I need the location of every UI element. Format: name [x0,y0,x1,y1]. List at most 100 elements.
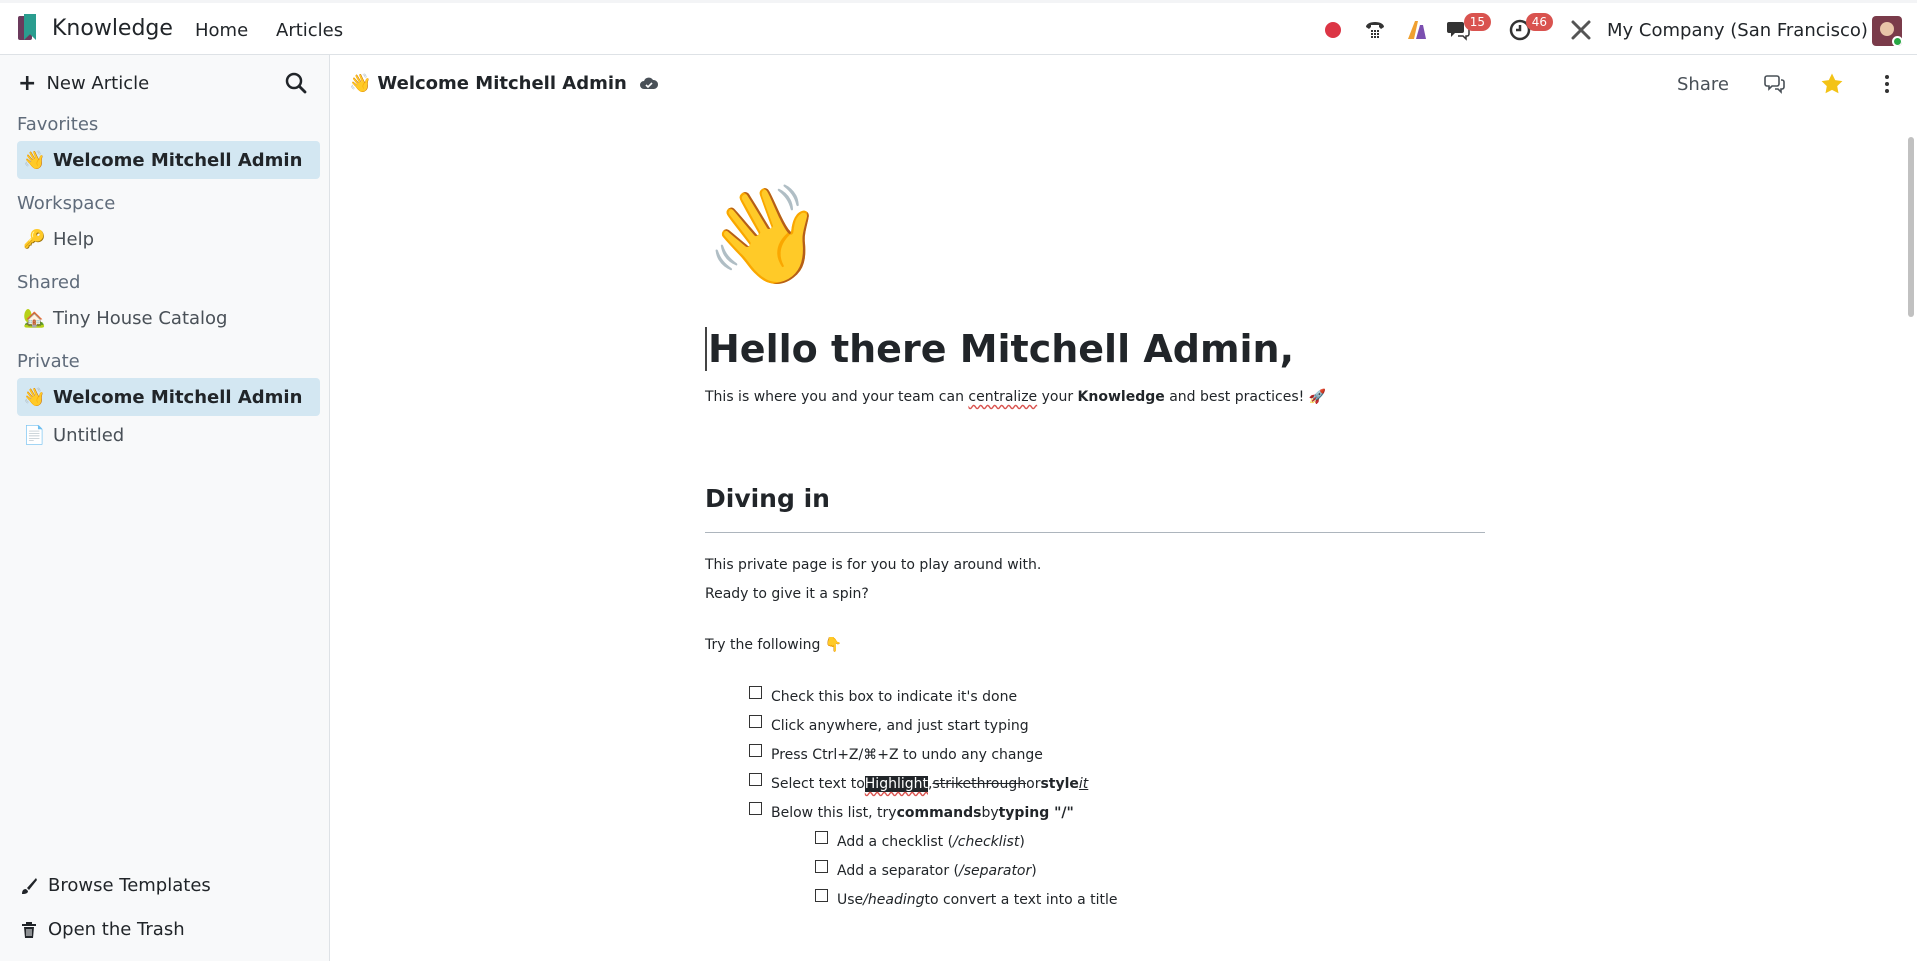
checklist-label: Check this box to indicate it's done [771,689,1018,705]
online-status-icon [1892,36,1902,46]
section-workspace: Workspace [17,193,116,214]
checklist-subitem[interactable]: Add a separator (/separator) [815,859,1037,879]
intro-text: This is where you and your team can [705,389,969,405]
checklist-label: Add a separator ( [837,863,960,879]
browse-templates-button[interactable]: Browse Templates [20,875,211,896]
section-favorites: Favorites [17,114,99,135]
checklist-label: ) [1019,834,1025,850]
checkbox[interactable] [749,772,762,786]
article-header: 👋 Welcome Mitchell Admin Share [331,55,1917,115]
ai-icon[interactable] [1402,15,1432,45]
section-heading[interactable]: Diving in [705,484,830,513]
checklist-label: Click anywhere, and just start typing [771,718,1029,734]
checklist-label: Select text to [771,776,865,792]
search-icon[interactable] [284,71,308,95]
key-icon: 🔑 [23,228,46,250]
sidebar-item-label: Help [53,228,95,250]
debug-tools-icon[interactable] [1566,15,1596,45]
share-button[interactable]: Share [1677,74,1729,95]
activities-icon[interactable]: 46 [1505,13,1553,45]
checklist-label: ) [1031,863,1037,879]
open-trash-button[interactable]: Open the Trash [20,919,185,940]
sidebar-item-welcome-favorite[interactable]: 👋 Welcome Mitchell Admin [17,141,320,179]
sidebar-item-label: Welcome Mitchell Admin [53,386,303,408]
brush-icon [22,877,37,894]
app-name: Knowledge [52,15,173,41]
checklist-label: Use [837,892,864,908]
sidebar: + New Article Favorites 👋 Welcome Mitche… [0,55,330,961]
new-article-label: New Article [46,73,150,94]
sidebar-item-welcome-private[interactable]: 👋 Welcome Mitchell Admin [17,378,320,416]
intro-bold: Knowledge [1077,389,1165,405]
bold-text: commands [896,805,982,821]
italic-text: /checklist [953,834,1020,850]
article-emoji-icon[interactable]: 👋 [705,185,825,285]
cloud-saved-icon [639,77,658,89]
checklist-item[interactable]: Press Ctrl+Z/⌘+Z to undo any change [749,743,1043,763]
strikethrough-text: strikethrough [932,776,1027,792]
page-icon: 📄 [23,424,46,446]
checkbox[interactable] [749,685,762,699]
checklist-item[interactable]: Click anywhere, and just start typing [749,714,1029,734]
paragraph[interactable]: This private page is for you to play aro… [705,557,1041,573]
paragraph[interactable]: Try the following 👇 [705,637,842,653]
italic-text: /heading [863,892,925,908]
more-options-icon[interactable] [1874,71,1900,97]
checklist-subitem[interactable]: Use /heading to convert a text into a ti… [815,888,1118,908]
bold-text: typing "/" [998,805,1074,821]
favorite-star-icon[interactable] [1819,71,1845,97]
intro-text: and best practices! 🚀 [1164,389,1327,405]
highlighted-text: Highlight [864,776,928,792]
app-brand[interactable]: Knowledge [18,14,173,42]
sidebar-item-help[interactable]: 🔑 Help [17,220,320,258]
checklist-label: Below this list, try [771,805,897,821]
company-switcher[interactable]: My Company (San Francisco) [1607,20,1868,41]
menu-home[interactable]: Home [195,20,248,41]
sidebar-item-label: Untitled [53,424,125,446]
top-navbar: Knowledge Home Articles 15 46 My Company… [0,0,1917,55]
sidebar-item-untitled[interactable]: 📄 Untitled [17,416,320,454]
menu-articles[interactable]: Articles [276,20,343,41]
article-title-breadcrumb[interactable]: Welcome Mitchell Admin [377,73,626,94]
checklist-label: Add a checklist ( [837,834,954,850]
user-avatar[interactable] [1872,16,1902,46]
knowledge-logo-icon [18,14,38,42]
new-article-button[interactable]: + New Article [18,70,150,96]
italic-text: it [1078,776,1089,792]
waving-hand-icon: 👋 [23,149,46,171]
record-icon[interactable] [1322,15,1344,45]
checkbox[interactable] [749,801,762,815]
sidebar-item-label: Welcome Mitchell Admin [53,149,303,171]
waving-hand-icon: 👋 [23,386,46,408]
comments-icon[interactable] [1762,71,1788,97]
checkbox[interactable] [815,859,828,873]
checklist-label: Press Ctrl+Z/⌘+Z to undo any change [771,747,1043,763]
checklist-label: to convert a text into a title [924,892,1118,908]
sidebar-item-label: Tiny House Catalog [53,307,228,329]
trash-icon [22,921,36,938]
vertical-scrollbar[interactable] [1905,115,1917,961]
checkbox[interactable] [749,714,762,728]
house-icon: 🏡 [23,307,46,329]
intro-paragraph[interactable]: This is where you and your team can cent… [705,389,1326,405]
section-private: Private [17,351,80,372]
checklist-subitem[interactable]: Add a checklist (/checklist) [815,830,1025,850]
checkbox[interactable] [749,743,762,757]
messages-icon[interactable]: 15 [1443,13,1491,45]
checkbox[interactable] [815,830,828,844]
checklist-item[interactable]: Select text to Highlight, strikethrough … [749,772,1089,792]
sidebar-item-tiny-house[interactable]: 🏡 Tiny House Catalog [17,299,320,337]
scrollbar-thumb[interactable] [1908,137,1914,317]
bold-text: style [1040,776,1079,792]
checklist-item[interactable]: Below this list, try commands by typing … [749,801,1074,821]
checkbox[interactable] [815,888,828,902]
checklist-label: by [981,805,999,821]
browse-templates-label: Browse Templates [48,875,211,896]
paragraph[interactable]: Ready to give it a spin? [705,586,869,602]
misspelled-word: centralize [968,389,1038,405]
checklist-item[interactable]: Check this box to indicate it's done [749,685,1018,705]
plus-icon: + [18,70,37,96]
phone-icon[interactable] [1360,15,1390,45]
italic-text: /separator [959,863,1032,879]
article-title[interactable]: Hello there Mitchell Admin, [705,327,1294,371]
